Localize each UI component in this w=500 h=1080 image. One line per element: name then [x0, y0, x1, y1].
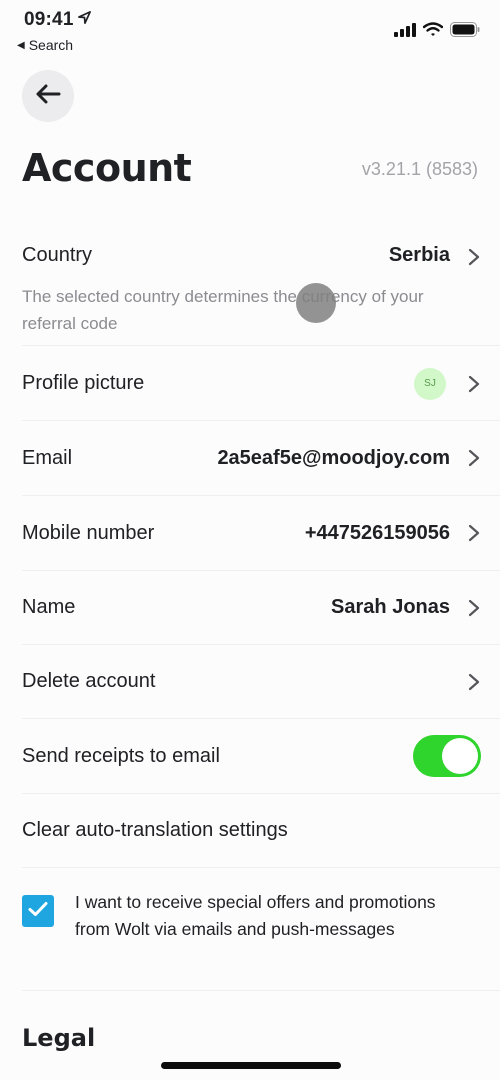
chevron-right-icon [468, 449, 480, 467]
country-description: The selected country determines the curr… [22, 287, 424, 333]
country-value: Serbia [388, 244, 450, 266]
back-triangle-icon: ◀ [17, 39, 25, 51]
wifi-icon [422, 22, 444, 42]
profile-picture-row[interactable]: Profile picture SJ [22, 347, 500, 421]
back-button[interactable] [22, 70, 74, 122]
status-time: 09:41 [24, 9, 92, 31]
name-row[interactable]: Name Sarah Jonas [22, 571, 500, 645]
page-title: Account [22, 146, 192, 190]
name-label: Name [22, 596, 76, 618]
offers-checkbox[interactable] [22, 895, 54, 927]
chevron-right-icon [468, 524, 480, 542]
chevron-right-icon [468, 248, 480, 266]
email-label: Email [22, 446, 73, 469]
mobile-number-label: Mobile number [22, 521, 155, 544]
arrow-left-icon [35, 84, 61, 109]
chevron-right-icon [468, 673, 480, 691]
app-version: v3.21.1 (8583) [361, 159, 478, 179]
chevron-right-icon [468, 599, 480, 617]
email-row[interactable]: Email 2a5eaf5e@moodjoy.com [22, 421, 500, 496]
mobile-number-value: +447526159056 [304, 521, 450, 544]
name-value: Sarah Jonas [331, 596, 450, 618]
account-screen: 09:41 ◀ Search Account v3.21.1 (8583) Co… [0, 0, 500, 1080]
clear-auto-translation-label: Clear auto-translation settings [22, 819, 288, 841]
battery-icon [450, 22, 480, 42]
delete-account-row[interactable]: Delete account [22, 645, 500, 719]
send-receipts-row: Send receipts to email [22, 719, 500, 794]
send-receipts-label: Send receipts to email [22, 744, 220, 767]
checkmark-icon [28, 901, 48, 922]
avatar: SJ [414, 367, 446, 400]
legal-section-title: Legal [22, 1024, 96, 1052]
divider [22, 990, 500, 991]
country-label: Country [22, 244, 93, 266]
touch-indicator [296, 283, 336, 323]
mobile-number-row[interactable]: Mobile number +447526159056 [22, 496, 500, 571]
home-indicator[interactable] [161, 1062, 341, 1069]
status-back-to-search[interactable]: ◀ Search [17, 37, 73, 53]
clear-auto-translation-row[interactable]: Clear auto-translation settings [22, 794, 500, 868]
offers-consent-text: I want to receive special offers and pro… [75, 892, 436, 939]
location-arrow-icon [77, 9, 92, 31]
profile-picture-label: Profile picture [22, 372, 145, 394]
chevron-right-icon [468, 375, 480, 393]
email-value: 2a5eaf5e@moodjoy.com [217, 446, 450, 469]
cellular-signal-icon [394, 22, 416, 42]
send-receipts-toggle[interactable] [413, 735, 481, 777]
toggle-knob [442, 738, 478, 774]
delete-account-label: Delete account [22, 670, 156, 692]
status-icons [394, 22, 480, 42]
